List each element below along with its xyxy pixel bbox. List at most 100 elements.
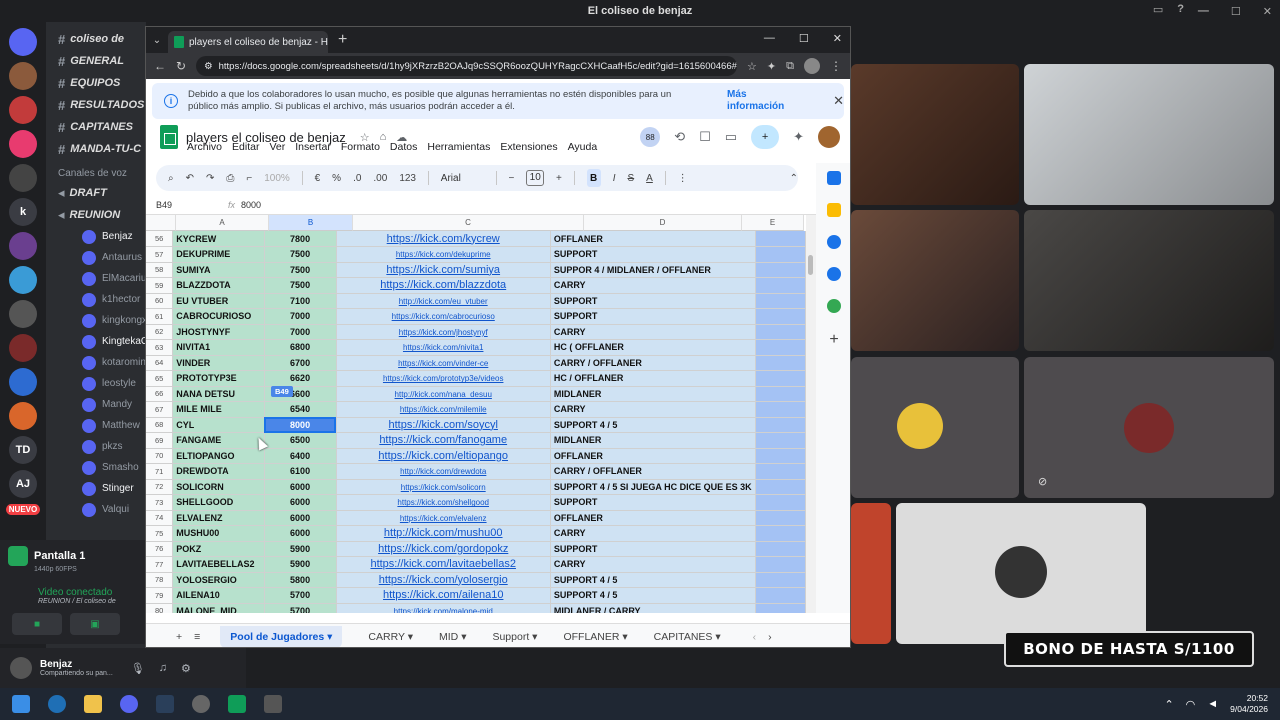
reload-icon[interactable]: ↻: [176, 59, 186, 73]
row-number[interactable]: 71: [146, 463, 174, 480]
video-tile[interactable]: [851, 503, 891, 644]
row-number[interactable]: 77: [146, 556, 174, 573]
font-size-increase-icon[interactable]: +: [556, 173, 562, 184]
voice-user[interactable]: kingkongx: [46, 310, 146, 331]
file-explorer-icon[interactable]: [84, 695, 102, 713]
stream-link[interactable]: https://kick.com/dekuprime: [396, 250, 491, 259]
row-number[interactable]: 58: [146, 262, 174, 278]
stream-link-cell[interactable]: https://kick.com/prototyp3e/videos: [336, 370, 551, 387]
role-cell[interactable]: SUPPORT 4 / 5 SI JUEGA HC DICE QUE ES 3K: [550, 479, 756, 495]
stream-link-cell[interactable]: https://kick.com/eltiopango: [336, 448, 551, 464]
role-cell[interactable]: SUPPORT: [550, 246, 756, 263]
clock[interactable]: 20:52 9/04/2026: [1230, 693, 1268, 715]
empty-cell[interactable]: [755, 355, 806, 371]
mmr-cell[interactable]: 6540: [264, 401, 337, 418]
sheet-tab[interactable]: OFFLANER ▾: [563, 631, 627, 643]
row-number[interactable]: 75: [146, 525, 174, 542]
player-name-cell[interactable]: DREWDOTA: [172, 463, 265, 480]
empty-cell[interactable]: [755, 463, 806, 480]
voice-user[interactable]: KingtekaOf: [46, 331, 146, 352]
all-sheets-icon[interactable]: ≡: [194, 631, 200, 643]
sheet-tab[interactable]: Support ▾: [492, 631, 537, 643]
role-cell[interactable]: HC ( OFFLANER: [550, 339, 756, 356]
calendar-icon[interactable]: [827, 171, 841, 185]
stream-link[interactable]: https://kick.com/lavitaebellas2: [370, 558, 516, 570]
voice-connected[interactable]: Video conectado: [38, 587, 138, 598]
bookmark-star-icon[interactable]: ☆: [747, 60, 757, 73]
mmr-cell[interactable]: 6000: [264, 525, 337, 542]
keep-icon[interactable]: [827, 203, 841, 217]
viewer-count[interactable]: 88: [640, 127, 661, 147]
stream-link[interactable]: https://kick.com/sumiya: [386, 264, 500, 276]
column-header-a[interactable]: A: [176, 215, 269, 231]
text-color-icon[interactable]: A: [646, 173, 653, 184]
player-name-cell[interactable]: CYL: [172, 417, 265, 433]
new-tab-icon[interactable]: +: [338, 31, 347, 49]
row-number[interactable]: 56: [146, 231, 174, 247]
server-td[interactable]: TD: [9, 436, 37, 464]
stream-link[interactable]: https://kick.com/vinder-ce: [398, 359, 488, 368]
empty-cell[interactable]: [755, 494, 806, 511]
stream-link-cell[interactable]: http://kick.com/drewdota: [336, 463, 551, 480]
role-cell[interactable]: OFFLANER: [550, 448, 756, 464]
stream-link-cell[interactable]: https://kick.com/soycyl: [336, 417, 551, 433]
empty-cell[interactable]: [755, 246, 806, 263]
menu-item[interactable]: Archivo: [187, 141, 222, 153]
stream-link-cell[interactable]: https://kick.com/kycrew: [336, 231, 551, 247]
stream-link-cell[interactable]: https://kick.com/sumiya: [336, 262, 551, 278]
voice-user[interactable]: leostyle: [46, 373, 146, 394]
player-name-cell[interactable]: YOLOSERGIO: [172, 572, 265, 588]
inbox-icon[interactable]: ▭: [1153, 3, 1163, 16]
sheet-tab[interactable]: Pool de Jugadores ▾: [220, 625, 343, 647]
add-sheet-icon[interactable]: +: [176, 631, 182, 643]
text-channel[interactable]: # RESULTADOS: [46, 94, 146, 116]
player-name-cell[interactable]: EU VTUBER: [172, 293, 265, 309]
role-cell[interactable]: CARRY: [550, 556, 756, 573]
row-number[interactable]: 61: [146, 308, 174, 325]
role-cell[interactable]: OFFLANER: [550, 231, 756, 247]
stream-link-cell[interactable]: https://kick.com/blazzdota: [336, 277, 551, 294]
player-name-cell[interactable]: NANA DETSU: [172, 386, 265, 402]
server-icon[interactable]: [9, 300, 37, 328]
player-name-cell[interactable]: FANGAME: [172, 432, 265, 449]
stream-link[interactable]: http://kick.com/mushu00: [384, 527, 503, 539]
print-icon[interactable]: ⎙: [226, 173, 234, 184]
empty-cell[interactable]: [755, 293, 806, 309]
increase-decimal-button[interactable]: .00: [373, 173, 387, 184]
role-cell[interactable]: SUPPORT: [550, 293, 756, 309]
role-cell[interactable]: SUPPORT 4 / 5: [550, 587, 756, 604]
stream-link-cell[interactable]: https://kick.com/ailena10: [336, 587, 551, 604]
player-name-cell[interactable]: JHOSTYNYF: [172, 324, 265, 340]
player-name-cell[interactable]: SHELLGOOD: [172, 494, 265, 511]
avatar[interactable]: [818, 126, 840, 148]
row-number[interactable]: 65: [146, 370, 174, 387]
text-channel[interactable]: # coliseo de: [46, 28, 146, 50]
calculator-icon[interactable]: [264, 695, 282, 713]
mmr-cell[interactable]: 6500: [264, 432, 337, 449]
server-k[interactable]: k: [9, 198, 37, 226]
tray-chevron-icon[interactable]: ⌃: [1164, 698, 1173, 711]
stream-link[interactable]: https://kick.com/eltiopango: [378, 450, 508, 462]
video-tile[interactable]: [851, 357, 1019, 498]
role-cell[interactable]: HC / OFFLANER: [550, 370, 756, 387]
mmr-cell[interactable]: 7000: [264, 324, 337, 340]
tasks-icon[interactable]: [827, 235, 841, 249]
menu-item[interactable]: Insertar: [295, 141, 331, 153]
row-number[interactable]: 72: [146, 479, 174, 495]
more-menu-icon[interactable]: ⋮: [830, 59, 842, 73]
headphones-icon[interactable]: ♫: [159, 662, 167, 675]
voice-user[interactable]: Antaurus: [46, 247, 146, 268]
paint-format-icon[interactable]: ⌐: [246, 173, 252, 184]
role-cell[interactable]: SUPPORT: [550, 541, 756, 557]
player-name-cell[interactable]: MUSHU00: [172, 525, 265, 542]
player-name-cell[interactable]: AILENA10: [172, 587, 265, 604]
role-cell[interactable]: CARRY: [550, 277, 756, 294]
voice-user[interactable]: kotaromin: [46, 352, 146, 373]
empty-cell[interactable]: [755, 231, 806, 247]
voice-user[interactable]: ElMacarius: [46, 268, 146, 289]
obs-icon[interactable]: [192, 695, 210, 713]
sheet-tab[interactable]: MID ▾: [439, 631, 466, 643]
minimize-icon[interactable]: —: [1198, 5, 1209, 17]
mmr-cell[interactable]: 7100: [264, 293, 337, 309]
column-header-b[interactable]: B: [269, 215, 353, 231]
